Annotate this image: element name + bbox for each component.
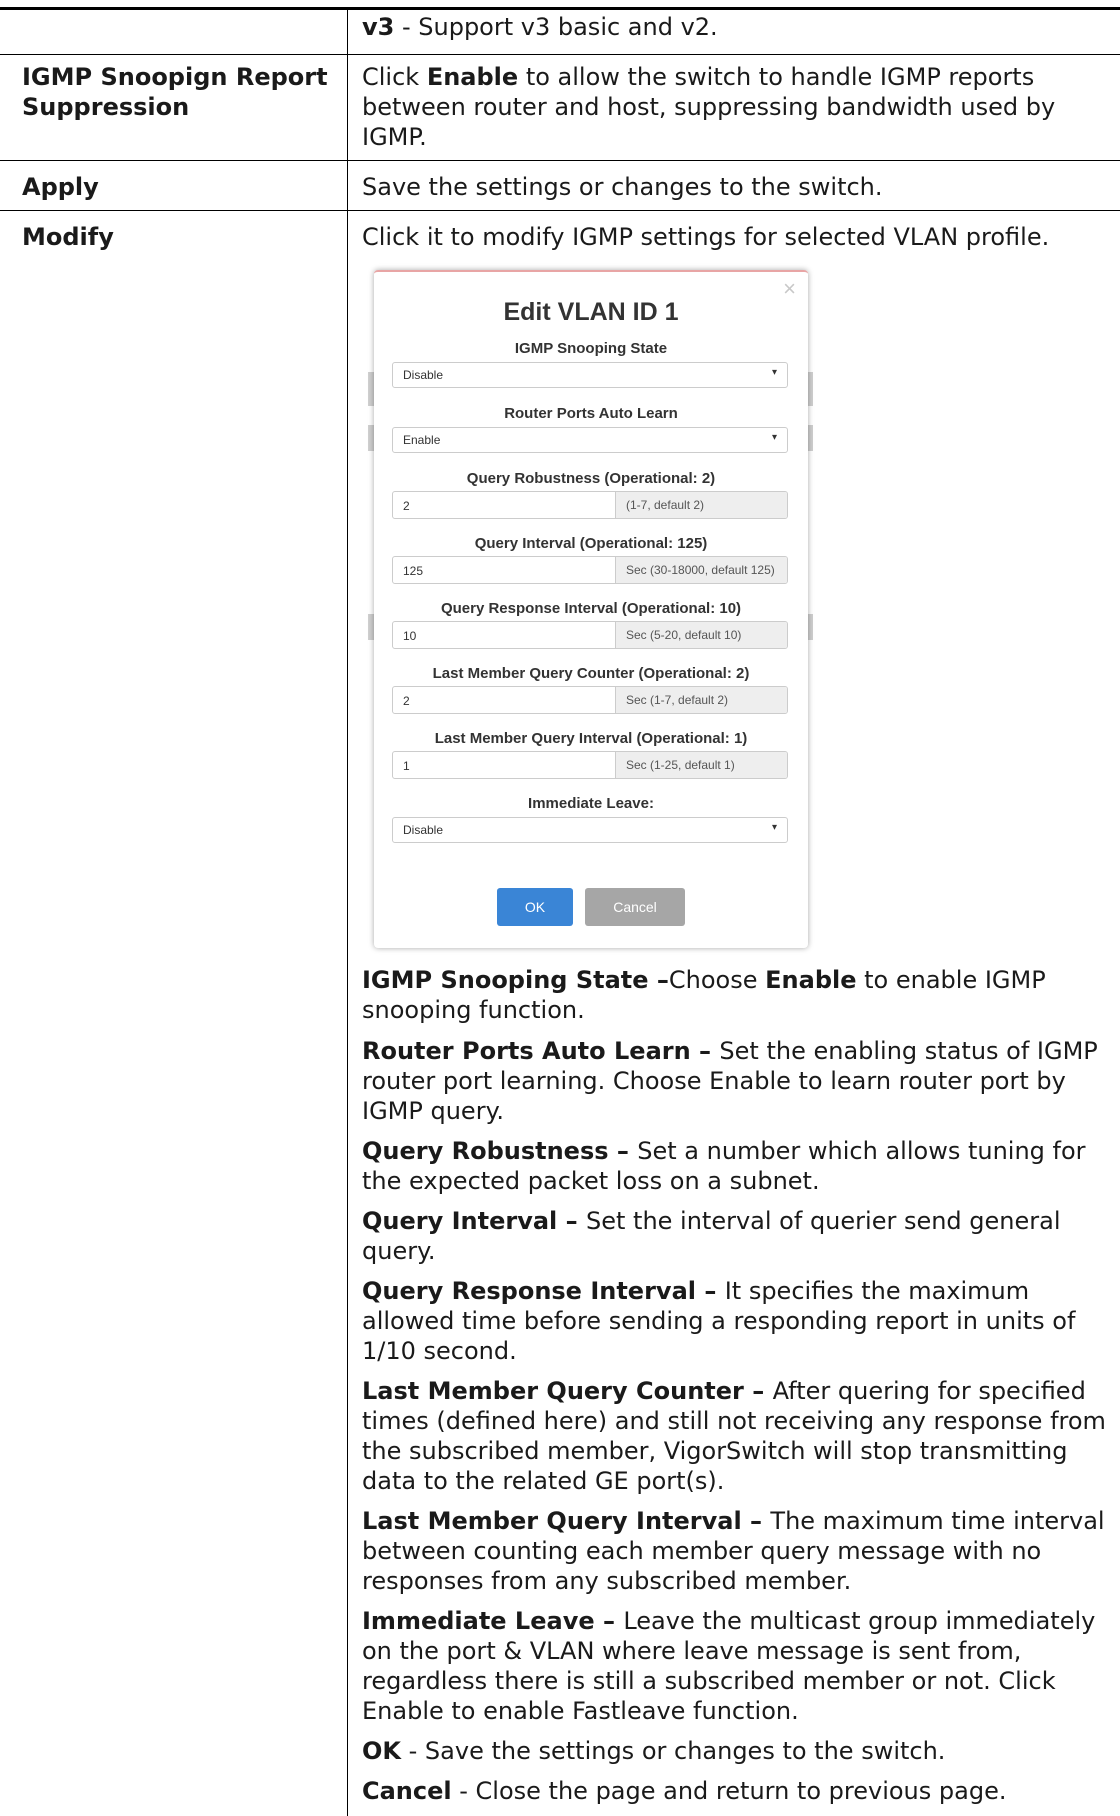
row-divider	[0, 160, 1120, 161]
interval-hint: Sec (30-18000, default 125)	[615, 557, 787, 583]
response-label: Query Response Interval (Operational: 10…	[440, 600, 742, 617]
immediate-leave-label: Immediate Leave:	[528, 795, 654, 812]
lm-interval-value: 1	[403, 759, 410, 773]
robustness-hint: (1-7, default 2)	[615, 492, 787, 518]
v3-description: v3 - Support v3 basic and v2.	[362, 12, 1112, 42]
immediate-leave-select[interactable]: Disable ▾	[392, 817, 788, 843]
lm-interval-label: Last Member Query Interval (Operational:…	[434, 730, 748, 747]
desc-response-interval: Query Response Interval – It specifies t…	[362, 1277, 1076, 1365]
lm-counter-value: 2	[403, 694, 410, 708]
response-input[interactable]: 10 Sec (5-20, default 10)	[392, 621, 788, 649]
auto-learn-label: Router Ports Auto Learn	[504, 405, 678, 422]
desc-immediate-leave: Immediate Leave – Leave the multicast gr…	[362, 1607, 1096, 1725]
background-fragment	[808, 372, 813, 406]
robustness-label: Query Robustness (Operational: 2)	[466, 470, 716, 487]
lm-counter-input[interactable]: 2 Sec (1-7, default 2)	[392, 686, 788, 714]
desc-cancel: Cancel - Close the page and return to pr…	[362, 1777, 1007, 1805]
interval-input[interactable]: 125 Sec (30-18000, default 125)	[392, 556, 788, 584]
row-divider	[0, 210, 1120, 211]
dialog-header-accent	[374, 270, 808, 312]
snooping-state-label: IGMP Snooping State	[514, 340, 668, 357]
table-top-border	[0, 7, 1120, 10]
robustness-value: 2	[403, 499, 410, 513]
response-value: 10	[403, 629, 417, 643]
background-fragment	[808, 614, 813, 640]
edit-vlan-dialog: × Edit VLAN ID 1 IGMP Snooping State Dis…	[374, 270, 808, 948]
desc-lm-interval: Last Member Query Interval – The maximum…	[362, 1507, 1105, 1595]
cancel-button[interactable]: Cancel	[585, 888, 685, 926]
response-hint: Sec (5-20, default 10)	[615, 622, 787, 648]
report-suppression-description: Click Enable to allow the switch to hand…	[362, 63, 1056, 151]
interval-value: 125	[403, 564, 424, 578]
robustness-input[interactable]: 2 (1-7, default 2)	[392, 491, 788, 519]
v3-text: - Support v3 basic and v2.	[394, 13, 718, 41]
snooping-state-value: Disable	[403, 368, 444, 382]
lm-counter-hint: Sec (1-7, default 2)	[615, 687, 787, 713]
apply-label: Apply	[22, 173, 99, 201]
v3-term: v3	[362, 13, 395, 41]
lm-interval-hint: Sec (1-25, default 1)	[615, 752, 787, 778]
table-column-divider	[347, 9, 348, 1816]
modify-description: Click it to modify IGMP settings for sel…	[362, 223, 1050, 251]
background-fragment	[808, 425, 813, 451]
row-divider	[0, 54, 1120, 55]
chevron-down-icon: ▾	[771, 367, 777, 378]
interval-label: Query Interval (Operational: 125)	[474, 535, 708, 552]
chevron-down-icon: ▾	[771, 432, 777, 443]
lm-counter-label: Last Member Query Counter (Operational: …	[432, 665, 750, 682]
desc-robustness: Query Robustness – Set a number which al…	[362, 1137, 1086, 1195]
apply-description: Save the settings or changes to the swit…	[362, 173, 883, 201]
snooping-state-select[interactable]: Disable ▾	[392, 362, 788, 388]
report-suppression-label: IGMP Snoopign Report Suppression	[22, 63, 328, 121]
desc-ok: OK - Save the settings or changes to the…	[362, 1737, 946, 1765]
immediate-leave-value: Disable	[403, 823, 444, 837]
chevron-down-icon: ▾	[771, 822, 777, 833]
desc-query-interval: Query Interval – Set the interval of que…	[362, 1207, 1061, 1265]
ok-button[interactable]: OK	[497, 888, 573, 926]
desc-snooping-state: IGMP Snooping State –Choose Enable to en…	[362, 966, 1046, 1024]
modify-label: Modify	[22, 223, 114, 251]
auto-learn-value: Enable	[403, 433, 441, 447]
desc-auto-learn: Router Ports Auto Learn – Set the enabli…	[362, 1037, 1098, 1125]
desc-lm-counter: Last Member Query Counter – After querin…	[362, 1377, 1106, 1495]
lm-interval-input[interactable]: 1 Sec (1-25, default 1)	[392, 751, 788, 779]
auto-learn-select[interactable]: Enable ▾	[392, 427, 788, 453]
